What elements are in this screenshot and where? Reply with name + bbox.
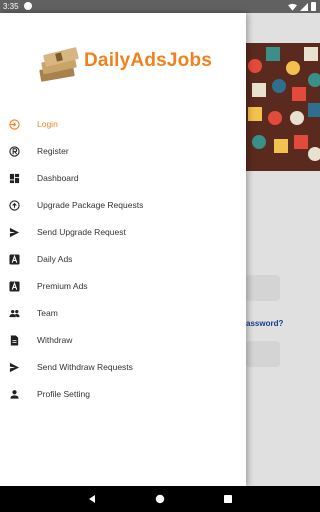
home-icon[interactable]	[155, 494, 165, 504]
menu-item-profile-setting[interactable]: Profile Setting	[0, 381, 246, 408]
status-icons	[288, 2, 316, 11]
signal-icon	[300, 2, 308, 11]
menu-item-label: Upgrade Package Requests	[37, 200, 144, 210]
ads-icon	[9, 254, 20, 265]
wifi-icon	[288, 3, 297, 11]
background-button	[246, 341, 280, 367]
forgot-password-link: assword?	[246, 319, 284, 328]
money-stack-icon	[39, 47, 79, 82]
status-time: 3:35	[3, 2, 19, 11]
menu-item-team[interactable]: Team	[0, 300, 246, 327]
menu-item-label: Premium Ads	[37, 281, 88, 291]
menu-item-label: Withdraw	[37, 335, 73, 345]
banner-image	[246, 43, 320, 171]
menu-item-label: Dashboard	[37, 173, 79, 183]
send-icon	[9, 227, 20, 238]
menu-item-label: Send Upgrade Request	[37, 227, 126, 237]
menu-item-withdraw[interactable]: Withdraw	[0, 327, 246, 354]
menu-item-login[interactable]: Login	[0, 111, 246, 138]
dashboard-icon	[9, 173, 20, 184]
back-icon[interactable]	[87, 494, 97, 504]
menu-item-send-upgrade-request[interactable]: Send Upgrade Request	[0, 219, 246, 246]
menu-item-register[interactable]: Register	[0, 138, 246, 165]
person-icon	[10, 390, 19, 399]
menu-item-premium-ads[interactable]: Premium Ads	[0, 273, 246, 300]
menu-item-upgrade-package-requests[interactable]: Upgrade Package Requests	[0, 192, 246, 219]
registered-icon	[9, 146, 20, 157]
navigation-drawer: DailyAdsJobs Login Register Dashboard Up…	[0, 13, 246, 486]
ads-icon	[9, 281, 20, 292]
menu-item-label: Login	[37, 119, 58, 129]
battery-icon	[311, 2, 316, 11]
menu-item-label: Register	[37, 146, 69, 156]
menu-item-label: Send Withdraw Requests	[37, 362, 133, 372]
menu-item-label: Daily Ads	[37, 254, 73, 264]
menu-item-daily-ads[interactable]: Daily Ads	[0, 246, 246, 273]
recents-icon[interactable]	[223, 494, 233, 504]
login-icon	[9, 119, 20, 130]
system-navigation-bar	[0, 486, 320, 512]
notification-icon	[24, 2, 32, 10]
app-logo: DailyAdsJobs	[38, 43, 213, 93]
menu-item-dashboard[interactable]: Dashboard	[0, 165, 246, 192]
status-bar: 3:35	[0, 0, 320, 13]
team-icon	[9, 310, 20, 318]
send-icon	[9, 362, 20, 373]
menu-item-label: Profile Setting	[37, 389, 90, 399]
app-name: DailyAdsJobs	[84, 50, 213, 71]
background-input-field	[246, 275, 280, 301]
document-icon	[10, 335, 19, 346]
upgrade-icon	[9, 200, 20, 211]
menu-item-send-withdraw-requests[interactable]: Send Withdraw Requests	[0, 354, 246, 381]
menu-item-label: Team	[37, 308, 58, 318]
